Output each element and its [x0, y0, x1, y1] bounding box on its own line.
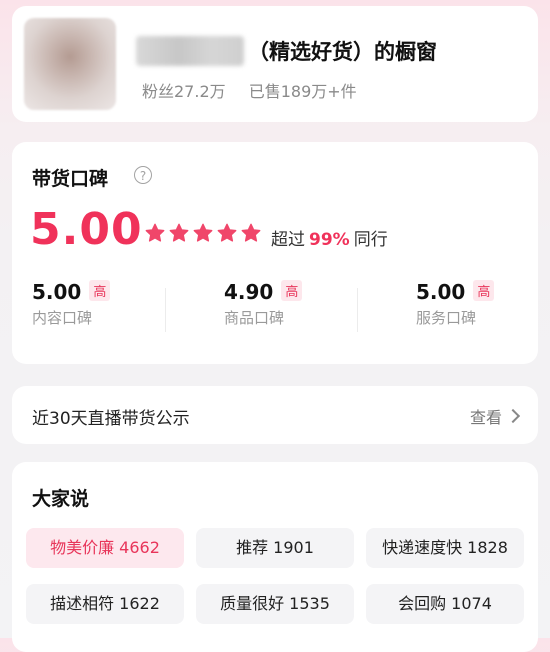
rating-title: 带货口碑	[32, 168, 109, 190]
rating-card: 带货口碑 ? 5.00 超过 99% 同行 5.00 高 内容口碑 4.90 高 商品口…	[12, 142, 538, 364]
view-more-link[interactable]: 查看	[469, 404, 521, 428]
shop-header-card: （精选好货）的橱窗 粉丝27.2万 已售189万+件	[12, 6, 538, 122]
comments-title: 大家说	[32, 488, 90, 510]
comment-tag[interactable]: 推荐 1901	[196, 528, 354, 568]
metric-badge: 高	[281, 280, 303, 301]
metric-badge: 高	[473, 280, 495, 301]
live-sales-label: 近30天直播带货公示	[32, 409, 190, 429]
metric-service: 5.00 高 服务口碑	[416, 280, 495, 328]
star-icon	[145, 223, 165, 242]
exceed-suffix: 同行	[353, 230, 388, 250]
star-icon	[169, 223, 189, 242]
view-more-label: 查看	[469, 408, 502, 427]
comment-tag[interactable]: 会回购 1074	[366, 584, 524, 624]
metric-label: 服务口碑	[416, 309, 477, 327]
overall-score: 5.00	[30, 204, 143, 255]
exceed-prefix: 超过	[271, 230, 305, 250]
avatar[interactable]	[24, 18, 116, 110]
comment-tag[interactable]: 物美价廉 4662	[26, 528, 184, 568]
metric-content: 5.00 高 内容口碑	[32, 280, 111, 328]
comment-tag[interactable]: 快递速度快 1828	[366, 528, 524, 568]
metric-badge: 高	[89, 280, 111, 301]
help-icon[interactable]: ?	[134, 166, 152, 184]
divider	[165, 288, 166, 332]
shop-stats: 粉丝27.2万 已售189万+件	[142, 78, 375, 102]
exceed-percent: 99%	[309, 230, 350, 250]
live-sales-row[interactable]: 近30天直播带货公示 查看	[12, 386, 538, 444]
star-icon	[193, 223, 213, 242]
metric-value: 4.90	[224, 280, 274, 304]
metric-label: 内容口碑	[32, 309, 93, 327]
comments-card: 大家说 物美价廉 4662 推荐 1901 快递速度快 1828 描述相符 16…	[12, 462, 538, 652]
comment-tag[interactable]: 质量很好 1535	[196, 584, 354, 624]
chevron-right-icon	[505, 408, 521, 424]
metric-product: 4.90 高 商品口碑	[224, 280, 303, 328]
shop-title: （精选好货）的橱窗	[248, 40, 437, 64]
metric-value: 5.00	[32, 280, 82, 304]
exceed-text: 超过 99% 同行	[271, 225, 388, 250]
metric-value: 5.00	[416, 280, 466, 304]
star-rating	[144, 222, 262, 244]
divider	[357, 288, 358, 332]
star-icon	[217, 223, 237, 242]
sold-count: 已售189万+件	[248, 82, 357, 101]
fans-count: 粉丝27.2万	[142, 82, 226, 101]
comment-tag[interactable]: 描述相符 1622	[26, 584, 184, 624]
metric-label: 商品口碑	[224, 309, 285, 327]
blurred-shop-name	[136, 36, 244, 66]
star-icon	[241, 223, 261, 242]
